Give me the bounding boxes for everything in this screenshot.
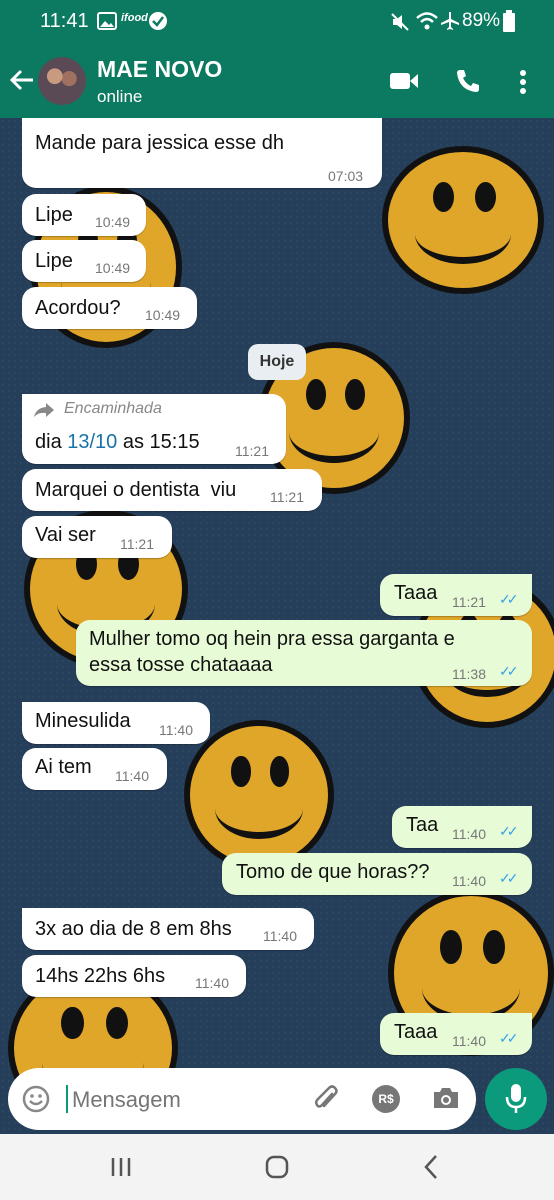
message-text: Tomo de que horas?? [236, 861, 430, 883]
smiley-wallpaper-icon [184, 720, 334, 870]
battery-icon [503, 10, 515, 32]
message-text: Taa [406, 814, 439, 836]
message-time: 07:03 [328, 168, 364, 184]
message-time: 11:40 [452, 873, 486, 889]
message-text: Lipe [35, 204, 73, 226]
message-time: 10:49 [145, 307, 181, 323]
emoji-icon[interactable] [22, 1085, 50, 1113]
message-composer: R$ [8, 1068, 476, 1130]
battery-percent: 89% [462, 10, 501, 31]
date-separator: Hoje [248, 344, 306, 380]
incoming-message[interactable]: Lipe 10:49 [22, 194, 146, 236]
message-text: Vai ser [35, 524, 96, 546]
contact-avatar[interactable] [38, 57, 86, 105]
gallery-notification-icon [97, 12, 117, 30]
message-time: 11:40 [195, 975, 229, 991]
chat-header: MAE NOVO online [0, 44, 554, 118]
message-time: 11:21 [120, 536, 154, 552]
contact-name[interactable]: MAE NOVO [97, 56, 222, 83]
read-receipt-icon: ✓✓ [499, 823, 519, 839]
system-navigation-bar [0, 1134, 554, 1200]
wifi-icon [416, 12, 438, 30]
message-time: 11:21 [270, 489, 304, 505]
ifood-notification-icon: ifood [121, 12, 148, 24]
incoming-message[interactable]: Minesulida 11:40 [22, 702, 210, 744]
message-text: Taaa [394, 1021, 438, 1043]
status-bar: 11:41 ifood 89% [0, 0, 554, 44]
payment-button[interactable]: R$ [372, 1085, 400, 1113]
smiley-wallpaper-icon [382, 146, 544, 294]
message-text: Ai tem [35, 756, 92, 778]
incoming-message[interactable]: Mande para jessica esse dh 07:03 [22, 118, 382, 188]
message-text: Minesulida [35, 710, 131, 732]
message-text: Acordou? [35, 297, 121, 319]
outgoing-message[interactable]: Tomo de que horas?? 11:40 ✓✓ [222, 853, 532, 895]
outgoing-message[interactable]: Taa 11:40 ✓✓ [392, 806, 532, 848]
outgoing-message[interactable]: Mulher tomo oq hein pra essa garganta e … [76, 620, 532, 686]
message-time: 11:21 [452, 594, 486, 610]
message-time: 11:40 [452, 1033, 486, 1049]
forwarded-label: Encaminhada [64, 400, 162, 417]
message-time: 11:40 [452, 826, 486, 842]
message-text: dia 13/10 as 15:15 [35, 431, 200, 453]
message-time: 11:40 [115, 768, 149, 784]
camera-icon[interactable] [432, 1086, 460, 1110]
back-nav-icon[interactable] [422, 1154, 440, 1180]
message-text: essa tosse chataaaa [89, 654, 273, 676]
read-receipt-icon: ✓✓ [499, 870, 519, 886]
voice-call-icon[interactable] [455, 68, 481, 94]
message-time: 11:38 [452, 666, 486, 682]
airplane-mode-icon [441, 12, 459, 30]
incoming-message[interactable]: Acordou? 10:49 [22, 287, 197, 329]
message-text: 14hs 22hs 6hs [35, 965, 166, 987]
message-input[interactable] [70, 1082, 294, 1118]
mute-icon [391, 13, 409, 31]
attach-clip-icon[interactable] [312, 1084, 340, 1114]
forwarded-message[interactable]: Encaminhada dia 13/10 as 15:15 11:21 [22, 394, 286, 464]
message-time: 11:40 [159, 722, 193, 738]
contact-status: online [97, 87, 143, 106]
home-icon[interactable] [264, 1154, 290, 1180]
incoming-message[interactable]: Marquei o dentista viu 11:21 [22, 469, 322, 511]
payment-label: R$ [378, 1092, 394, 1106]
status-time: 11:41 [40, 10, 89, 32]
message-time: 11:40 [263, 928, 297, 944]
date-link[interactable]: 13/10 [67, 431, 117, 453]
video-call-icon[interactable] [389, 70, 419, 92]
read-receipt-icon: ✓✓ [499, 663, 519, 679]
forward-arrow-icon [34, 403, 54, 417]
message-text: Marquei o dentista viu [35, 479, 237, 501]
message-text: Mande para jessica esse dh [35, 132, 285, 154]
message-time: 11:21 [235, 443, 269, 459]
incoming-message[interactable]: Vai ser 11:21 [22, 516, 172, 558]
recent-apps-icon[interactable] [110, 1156, 132, 1178]
incoming-message[interactable]: 14hs 22hs 6hs 11:40 [22, 955, 246, 997]
chat-area[interactable]: Mande para jessica esse dh 07:03 Lipe 10… [0, 118, 554, 1134]
microphone-icon [505, 1084, 527, 1113]
text-cursor [66, 1085, 68, 1113]
voice-message-button[interactable] [485, 1068, 547, 1130]
back-arrow-icon[interactable] [9, 68, 35, 92]
message-text: Lipe [35, 250, 73, 272]
outgoing-message[interactable]: Taaa 11:21 ✓✓ [380, 574, 532, 616]
check-circle-notification-icon [149, 12, 167, 30]
read-receipt-icon: ✓✓ [499, 591, 519, 607]
incoming-message[interactable]: 3x ao dia de 8 em 8hs 11:40 [22, 908, 314, 950]
message-time: 10:49 [95, 260, 131, 276]
message-text: Mulher tomo oq hein pra essa garganta e [89, 628, 455, 650]
incoming-message[interactable]: Ai tem 11:40 [22, 748, 167, 790]
more-options-icon[interactable] [519, 69, 527, 95]
outgoing-message[interactable]: Taaa 11:40 ✓✓ [380, 1013, 532, 1055]
incoming-message[interactable]: Lipe 10:49 [22, 240, 146, 282]
message-time: 10:49 [95, 214, 131, 230]
message-text: Taaa [394, 582, 438, 604]
read-receipt-icon: ✓✓ [499, 1030, 519, 1046]
message-text: 3x ao dia de 8 em 8hs [35, 918, 232, 940]
